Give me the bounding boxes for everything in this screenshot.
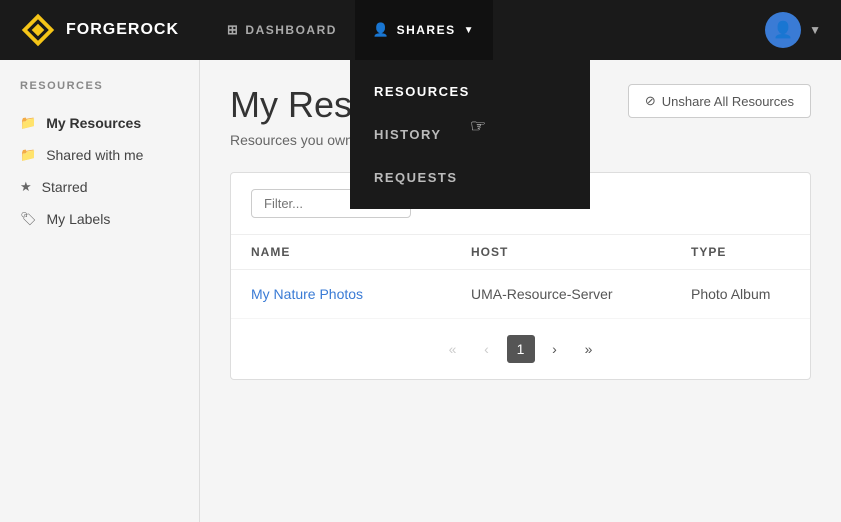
- sidebar-item-my-labels[interactable]: 🏷 My Labels: [0, 203, 199, 235]
- sidebar-label-my-resources: My Resources: [46, 115, 141, 131]
- pagination-last[interactable]: »: [575, 335, 603, 363]
- header-right: 👤 ▼: [765, 12, 821, 48]
- table-header: NAME HOST TYPE: [231, 235, 810, 270]
- avatar[interactable]: 👤: [765, 12, 801, 48]
- sidebar: RESOURCES 📁 My Resources 📁 Shared with m…: [0, 60, 200, 522]
- nav-items: ⊞ DASHBOARD 👤 SHARES ▼: [209, 0, 765, 60]
- resource-host: UMA-Resource-Server: [471, 286, 691, 302]
- table-row: My Nature Photos UMA-Resource-Server Pho…: [231, 270, 810, 319]
- dropdown-item-resources[interactable]: RESOURCES: [350, 70, 590, 113]
- unshare-all-button[interactable]: ⊘ Unshare All Resources: [628, 84, 811, 118]
- unshare-label: Unshare All Resources: [662, 94, 794, 109]
- user-dropdown-arrow[interactable]: ▼: [809, 23, 821, 37]
- shares-dropdown-menu: RESOURCES HISTORY REQUESTS ☞: [350, 60, 590, 209]
- dropdown-history-label: HISTORY: [374, 127, 442, 142]
- logo-icon: [20, 12, 56, 48]
- pagination-current[interactable]: 1: [507, 335, 535, 363]
- col-name: NAME: [251, 245, 471, 259]
- nav-shares-label: SHARES: [397, 23, 456, 37]
- dashboard-icon: ⊞: [227, 22, 239, 38]
- col-type: TYPE: [691, 245, 811, 259]
- sidebar-item-starred[interactable]: ★ Starred: [0, 171, 199, 203]
- sidebar-label-shared-with-me: Shared with me: [46, 147, 143, 163]
- sidebar-item-shared-with-me[interactable]: 📁 Shared with me: [0, 139, 199, 171]
- pagination-prev[interactable]: ‹: [473, 335, 501, 363]
- shares-icon: 👤: [373, 22, 391, 38]
- folder-icon-1: 📁: [20, 115, 36, 131]
- dropdown-item-requests[interactable]: REQUESTS: [350, 156, 590, 199]
- sidebar-section-title: RESOURCES: [0, 80, 199, 107]
- nav-dashboard[interactable]: ⊞ DASHBOARD: [209, 0, 355, 60]
- folder-icon-2: 📁: [20, 147, 36, 163]
- dropdown-resources-label: RESOURCES: [374, 84, 470, 99]
- resource-type: Photo Album: [691, 286, 811, 302]
- nav-dashboard-label: DASHBOARD: [245, 23, 337, 37]
- pagination-first[interactable]: «: [439, 335, 467, 363]
- header: FORGEROCK ⊞ DASHBOARD 👤 SHARES ▼ 👤 ▼: [0, 0, 841, 60]
- pagination: « ‹ 1 › »: [231, 319, 810, 379]
- sidebar-label-my-labels: My Labels: [47, 211, 111, 227]
- logo-text: FORGEROCK: [66, 21, 179, 39]
- nav-shares[interactable]: 👤 SHARES ▼: [355, 0, 493, 60]
- shares-chevron-icon: ▼: [464, 25, 475, 36]
- dropdown-requests-label: REQUESTS: [374, 170, 458, 185]
- label-icon: 🏷: [20, 211, 37, 227]
- dropdown-item-history[interactable]: HISTORY: [350, 113, 590, 156]
- pagination-next[interactable]: ›: [541, 335, 569, 363]
- sidebar-label-starred: Starred: [42, 179, 88, 195]
- star-icon: ★: [20, 179, 32, 195]
- logo-area: FORGEROCK: [20, 12, 179, 48]
- col-host: HOST: [471, 245, 691, 259]
- unshare-icon: ⊘: [645, 93, 656, 109]
- sidebar-item-my-resources[interactable]: 📁 My Resources: [0, 107, 199, 139]
- resource-name-link[interactable]: My Nature Photos: [251, 286, 471, 302]
